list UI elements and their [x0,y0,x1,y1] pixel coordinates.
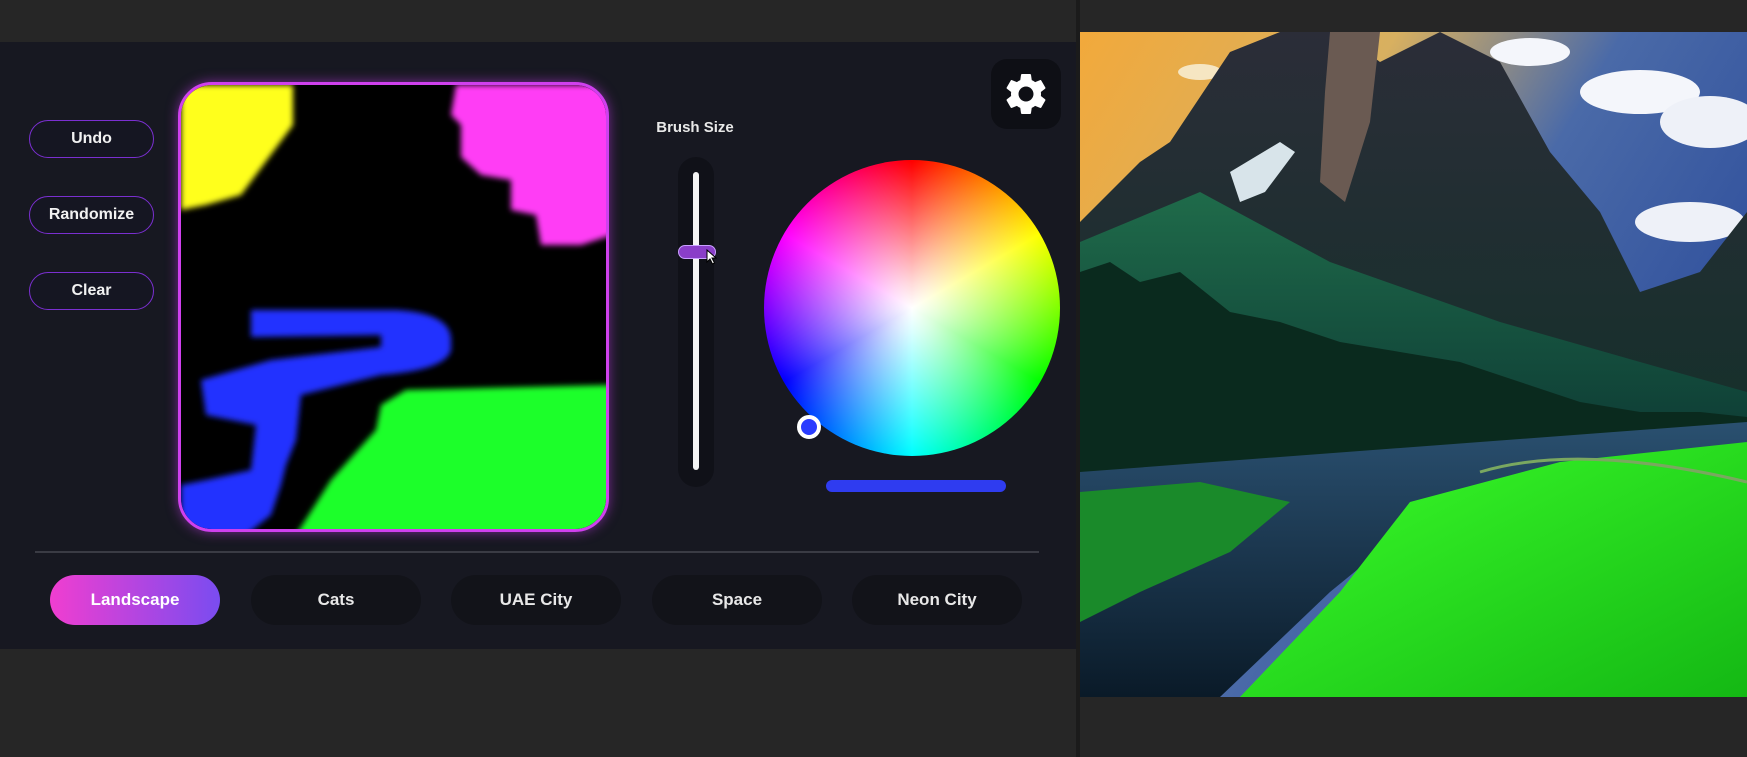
tab-cats[interactable]: Cats [251,575,421,625]
randomize-button[interactable]: Randomize [29,196,154,234]
green-stroke [299,385,606,529]
tab-neon-city[interactable]: Neon City [852,575,1022,625]
mouse-cursor-icon [706,249,718,266]
settings-button[interactable] [991,59,1061,129]
canvas-strokes [181,85,606,529]
tab-uae-city[interactable]: UAE City [451,575,621,625]
tab-landscape[interactable]: Landscape [50,575,220,625]
yellow-stroke [181,85,293,210]
drawing-canvas[interactable] [178,82,609,532]
clear-button[interactable]: Clear [29,272,154,310]
brush-size-label: Brush Size [656,119,734,136]
landscape-illustration [1080,32,1747,697]
pink-stroke [451,85,606,245]
generated-landscape-image [1080,32,1747,697]
color-wheel[interactable] [764,160,1060,456]
selected-color-bar [826,480,1006,492]
gear-icon [1006,74,1046,114]
tab-space[interactable]: Space [652,575,822,625]
color-wheel-handle[interactable] [797,415,821,439]
drawing-panel: Undo Randomize Clear Brush Size Landscap… [0,42,1076,649]
slider-track[interactable] [693,172,699,470]
undo-button[interactable]: Undo [29,120,154,158]
section-divider [35,551,1039,553]
